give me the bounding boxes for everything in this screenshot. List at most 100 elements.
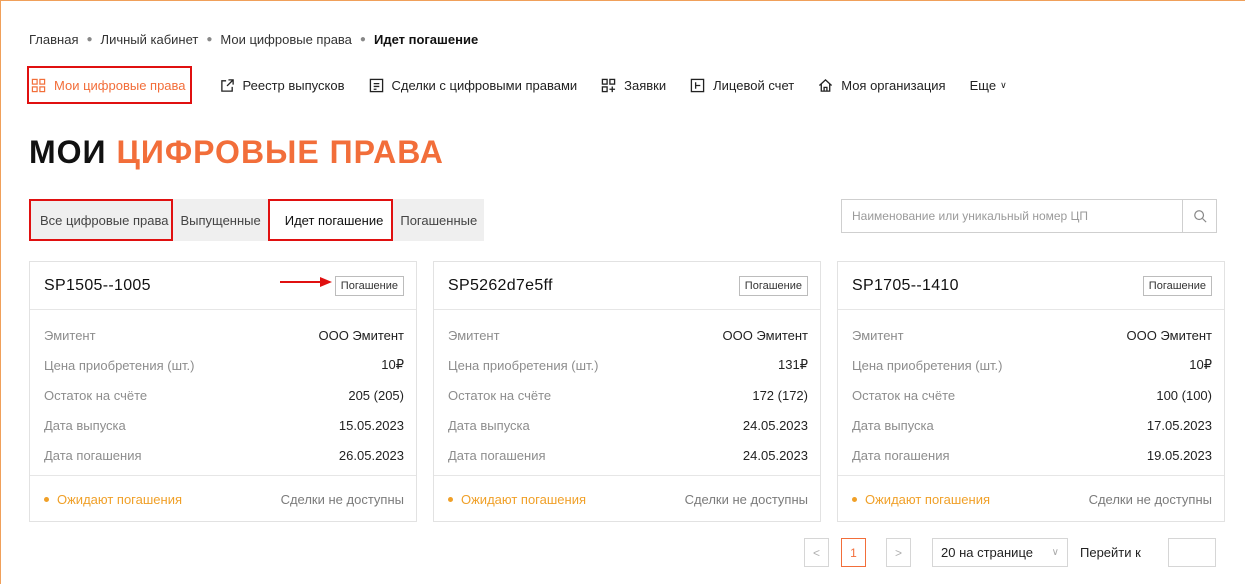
detail-label: Эмитент — [44, 327, 96, 343]
page-number-button[interactable]: 1 — [841, 538, 866, 567]
annotation-arrow-icon — [280, 277, 332, 287]
search-icon — [1193, 210, 1207, 223]
detail-value: ООО Эмитент — [1126, 327, 1212, 343]
nav-item-personal-account[interactable]: Лицевой счет — [690, 66, 794, 104]
nav-item-label: Моя организация — [841, 77, 946, 93]
search-button[interactable] — [1182, 200, 1216, 232]
breadcrumb-current: Идет погашение — [373, 32, 479, 47]
detail-label: Дата выпуска — [852, 417, 934, 433]
detail-value: 172 (172) — [752, 387, 808, 403]
card-header: SP5262d7e5ff Погашение — [434, 262, 820, 310]
detail-label: Дата погашения — [448, 447, 546, 463]
card-code: SP5262d7e5ff — [448, 276, 553, 294]
home-icon — [819, 78, 833, 92]
search-box — [841, 199, 1217, 233]
grid-icon — [31, 78, 46, 92]
filter-tabs: Все цифровые права Выпущенные Идет погаш… — [29, 199, 485, 241]
detail-label: Цена приобретения (шт.) — [448, 357, 599, 373]
status-text: Ожидают погашения — [865, 491, 991, 507]
nav-item-my-organization[interactable]: Моя организация — [818, 66, 946, 104]
detail-value: 131₽ — [778, 357, 808, 372]
page-size-select[interactable]: 20 на странице ∨ — [932, 538, 1068, 567]
nav-item-issues-registry[interactable]: Реестр выпусков — [220, 66, 345, 104]
next-page-button[interactable]: > — [886, 538, 911, 567]
search-input[interactable] — [842, 200, 1182, 232]
goto-page-input[interactable] — [1168, 538, 1216, 567]
breadcrumb-account[interactable]: Личный кабинет — [101, 32, 199, 47]
detail-value: 10₽ — [1189, 357, 1212, 372]
breadcrumb: Главная ● Личный кабинет ● Мои цифровые … — [29, 32, 478, 47]
digital-right-card[interactable]: SP5262d7e5ff Погашение Эмитент ООО Эмитен… — [433, 261, 821, 522]
nav-item-label: Мои цифровые права — [54, 77, 186, 93]
nav-more-button[interactable]: Еще ∨ — [970, 66, 1007, 104]
detail-row: Дата погашения 19.05.2023 — [852, 440, 1212, 470]
status-text: Ожидают погашения — [461, 491, 587, 507]
redemption-status: Ожидают погашения — [448, 492, 586, 507]
page-size-label: 20 на странице — [941, 545, 1033, 560]
nav-item-label: Сделки с цифровыми правами — [391, 77, 578, 93]
detail-value: 17.05.2023 — [1146, 417, 1212, 433]
digital-right-card[interactable]: SP1505--1005 Погашение Эмитент ООО Эмитен… — [29, 261, 417, 522]
digital-right-card[interactable]: SP1705--1410 Погашение Эмитент ООО Эмитен… — [837, 261, 1225, 522]
card-footer: Ожидают погашения Сделки не доступны — [838, 476, 1224, 522]
breadcrumb-home[interactable]: Главная — [29, 32, 78, 47]
detail-label: Остаток на счёте — [852, 387, 956, 403]
redemption-status: Ожидают погашения — [852, 492, 990, 507]
status-dot-icon — [448, 496, 453, 502]
card-details: Эмитент ООО Эмитент Цена приобретения (шт… — [838, 310, 1224, 476]
goto-page-label: Перейти к — [1080, 545, 1141, 560]
detail-row: Дата выпуска 15.05.2023 — [44, 410, 404, 440]
detail-row: Остаток на счёте 100 (100) — [852, 380, 1212, 410]
detail-label: Дата выпуска — [448, 417, 530, 433]
detail-row: Цена приобретения (шт.) 10₽ — [852, 350, 1212, 380]
card-details: Эмитент ООО Эмитент Цена приобретения (шт… — [434, 310, 820, 476]
chevron-down-icon: ∨ — [1000, 79, 1007, 90]
tab-redemption-in-progress[interactable]: Идет погашение — [267, 199, 394, 241]
breadcrumb-digital-rights[interactable]: Мои цифровые права — [220, 32, 352, 47]
card-details: Эмитент ООО Эмитент Цена приобретения (шт… — [30, 310, 416, 476]
nav-item-my-digital-rights[interactable]: Мои цифровые права — [27, 66, 192, 104]
prev-page-button[interactable]: < — [804, 538, 829, 567]
detail-row: Эмитент ООО Эмитент — [448, 320, 808, 350]
detail-row: Дата выпуска 24.05.2023 — [448, 410, 808, 440]
detail-row: Дата погашения 24.05.2023 — [448, 440, 808, 470]
top-navigation: Мои цифровые права Реестр выпусков Сделк… — [27, 66, 1007, 104]
detail-row: Остаток на счёте 172 (172) — [448, 380, 808, 410]
status-badge: Погашение — [738, 275, 808, 296]
card-code: SP1505--1005 — [44, 276, 151, 294]
detail-label: Дата погашения — [852, 447, 950, 463]
detail-value: 15.05.2023 — [338, 417, 404, 433]
nav-item-requests[interactable]: Заявки — [601, 66, 666, 104]
tab-issued[interactable]: Выпущенные — [173, 199, 267, 241]
redemption-status: Ожидают погашения — [44, 492, 182, 507]
detail-value: 24.05.2023 — [742, 447, 808, 463]
apps-add-icon — [601, 78, 616, 92]
detail-value: 10₽ — [381, 357, 404, 372]
card-footer: Ожидают погашения Сделки не доступны — [30, 476, 416, 522]
chevron-down-icon: ∨ — [1051, 547, 1059, 558]
tab-all-digital-rights[interactable]: Все цифровые права — [29, 199, 174, 241]
breadcrumb-separator: ● — [206, 34, 213, 45]
detail-label: Дата выпуска — [44, 417, 126, 433]
tab-redeemed[interactable]: Погашенные — [393, 199, 484, 241]
external-link-icon — [220, 78, 234, 92]
detail-label: Дата погашения — [44, 447, 142, 463]
card-header: SP1505--1005 Погашение — [30, 262, 416, 310]
status-badge: Погашение — [1142, 275, 1212, 296]
nav-more-label: Еще — [969, 77, 997, 93]
nav-item-label: Заявки — [624, 77, 667, 93]
detail-row: Эмитент ООО Эмитент — [44, 320, 404, 350]
card-footer: Ожидают погашения Сделки не доступны — [434, 476, 820, 522]
page-title: МОИ ЦИФРОВЫЕ ПРАВА — [29, 134, 444, 171]
page-title-part1: МОИ — [29, 134, 107, 170]
detail-value: ООО Эмитент — [722, 327, 808, 343]
detail-label: Цена приобретения (шт.) — [44, 357, 195, 373]
nav-item-deals[interactable]: Сделки с цифровыми правами — [369, 66, 578, 104]
card-header: SP1705--1410 Погашение — [838, 262, 1224, 310]
detail-value: ООО Эмитент — [318, 327, 404, 343]
document-icon — [369, 78, 383, 92]
detail-row: Дата погашения 26.05.2023 — [44, 440, 404, 470]
detail-value: 205 (205) — [348, 387, 404, 403]
detail-value: 26.05.2023 — [338, 447, 404, 463]
status-text: Ожидают погашения — [57, 491, 183, 507]
